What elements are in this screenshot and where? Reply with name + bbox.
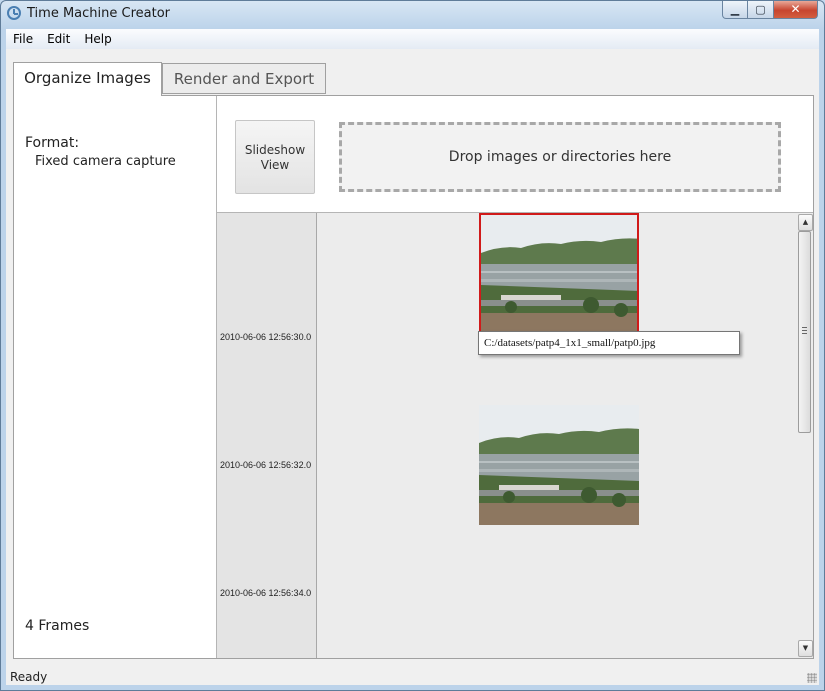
slideshow-label-line1: Slideshow — [244, 143, 306, 157]
frame-timestamp: 2010-06-06 12:56:34.0 — [220, 588, 312, 598]
frame-timestamp: 2010-06-06 12:56:32.0 — [220, 460, 312, 470]
info-panel: Format: Fixed camera capture 4 Frames — [14, 96, 217, 658]
frame-thumbnail[interactable] — [479, 405, 639, 525]
format-value: Fixed camera capture — [35, 154, 176, 169]
vertical-scrollbar[interactable]: ▲ ▼ — [797, 213, 813, 658]
menu-edit[interactable]: Edit — [40, 29, 77, 49]
status-text: Ready — [10, 670, 48, 684]
resize-grip-icon[interactable] — [807, 673, 817, 683]
grip-icon — [802, 327, 807, 334]
slideshow-view-button[interactable]: Slideshow View — [235, 120, 315, 194]
frame-timestamp: 2010-06-06 12:56:30.0 — [220, 332, 312, 342]
minimize-button[interactable]: ▁ — [722, 1, 748, 19]
tab-organize-images[interactable]: Organize Images — [13, 62, 162, 96]
menu-bar: File Edit Help — [6, 29, 819, 49]
drop-zone[interactable]: Drop images or directories here — [339, 122, 781, 192]
scroll-down-button[interactable]: ▼ — [798, 640, 813, 657]
client-area: Organize Images Render and Export Format… — [6, 49, 819, 685]
frame-list[interactable]: C:/datasets/patp4_1x1_small/patp0.jpg — [317, 213, 797, 658]
file-path-tooltip: C:/datasets/patp4_1x1_small/patp0.jpg — [478, 331, 740, 355]
lake-photo — [481, 215, 637, 331]
close-button[interactable]: ✕ — [774, 1, 818, 19]
maximize-button[interactable]: ▢ — [748, 1, 774, 19]
timestamp-column: 2010-06-06 12:56:30.0 2010-06-06 12:56:3… — [217, 213, 317, 658]
frame-thumbnail-selected[interactable] — [479, 213, 639, 333]
frames-count: 4 Frames — [25, 618, 90, 634]
title-bar[interactable]: Time Machine Creator ▁ ▢ ✕ — [1, 1, 824, 29]
status-bar: Ready — [6, 665, 819, 685]
window-controls: ▁ ▢ ✕ — [722, 1, 818, 19]
clock-icon — [7, 6, 21, 20]
window-title: Time Machine Creator — [27, 6, 170, 21]
lake-photo — [479, 405, 639, 525]
menu-help[interactable]: Help — [77, 29, 118, 49]
image-toolbar: Slideshow View Drop images or directorie… — [217, 96, 813, 213]
format-label: Format: — [25, 135, 80, 151]
scroll-up-button[interactable]: ▲ — [798, 214, 813, 231]
menu-file[interactable]: File — [6, 29, 40, 49]
app-window: Time Machine Creator ▁ ▢ ✕ File Edit Hel… — [0, 0, 825, 691]
organize-panel: Format: Fixed camera capture 4 Frames Sl… — [13, 95, 814, 659]
tab-render-and-export[interactable]: Render and Export — [162, 63, 326, 94]
scroll-thumb[interactable] — [798, 231, 811, 433]
slideshow-label-line2: View — [260, 158, 290, 172]
